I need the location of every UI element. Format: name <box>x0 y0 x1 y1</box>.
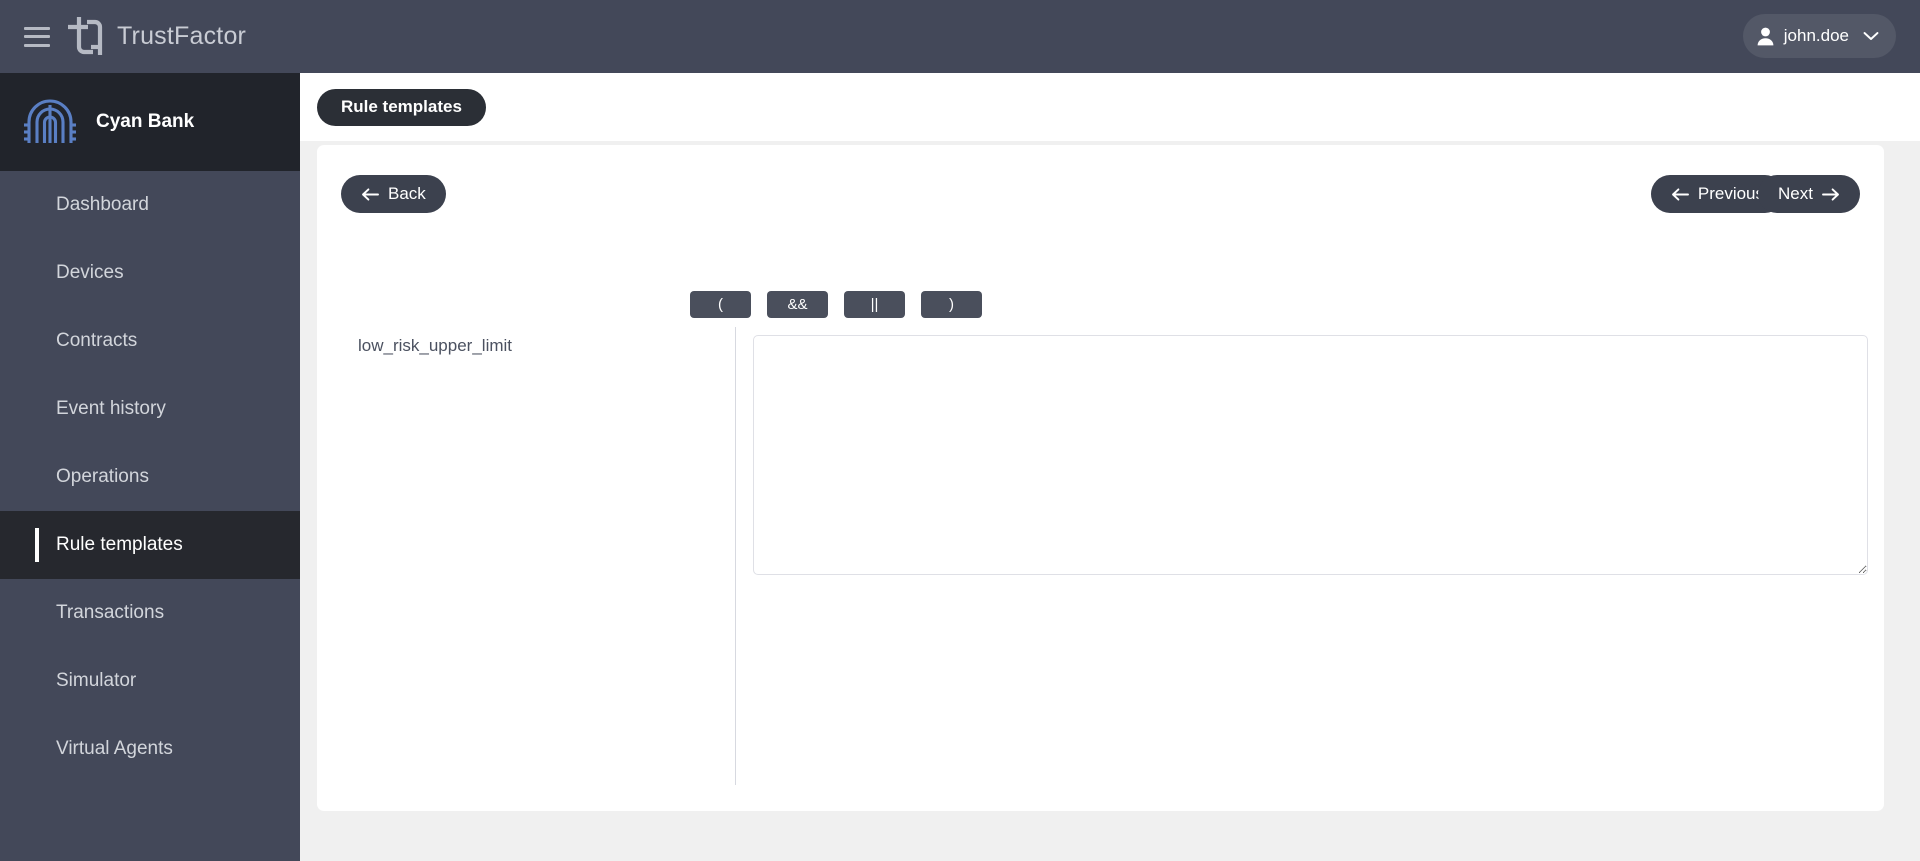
hamburger-line <box>24 43 50 47</box>
main-content: Rule templates Back Previous Next (&& |… <box>300 73 1920 861</box>
page-header: Rule templates <box>300 73 1920 141</box>
arrow-left-icon <box>1671 187 1689 201</box>
app-name: TrustFactor <box>117 22 247 50</box>
arrow-left-icon <box>362 187 379 201</box>
sidebar-item-label: Simulator <box>56 670 137 691</box>
sidebar-item-contracts[interactable]: Contracts <box>0 307 300 375</box>
sidebar-item-label: Contracts <box>56 330 138 351</box>
hamburger-line <box>24 35 50 38</box>
rule-template-card: Back Previous Next ( && || ) low_risk_up… <box>317 145 1884 811</box>
field-label-low-risk-upper-limit: low_risk_upper_limit <box>358 336 513 355</box>
next-button-label: Next <box>1778 184 1813 203</box>
organization-header: Cyan Bank <box>0 73 300 171</box>
card-toolbar: Back Previous Next <box>317 145 1884 241</box>
operator-open-paren-button[interactable]: ( <box>690 291 751 318</box>
back-button-label: Back <box>388 184 426 203</box>
page-title: Rule templates <box>317 88 486 126</box>
user-name: john.doe <box>1783 26 1849 45</box>
next-button[interactable]: Next <box>1758 175 1860 213</box>
cyan-bank-logo-icon <box>24 99 76 143</box>
user-menu-button[interactable]: john.doe <box>1742 14 1896 58</box>
operator-logical-or-button[interactable]: || <box>844 291 905 318</box>
organization-name: Cyan Bank <box>96 111 195 132</box>
sidebar-item-label: Dashboard <box>56 194 149 215</box>
hamburger-menu-icon[interactable] <box>24 26 50 47</box>
hamburger-line <box>24 26 50 30</box>
back-button[interactable]: Back <box>341 175 446 213</box>
operator-button-group: ( && || ) <box>690 291 982 318</box>
person-icon <box>1757 27 1774 45</box>
sidebar-item-rule-templates[interactable]: Rule templates <box>0 511 300 579</box>
sidebar-item-transactions[interactable]: Transactions <box>0 579 300 647</box>
sidebar-item-label: Rule templates <box>56 534 183 555</box>
sidebar-item-dashboard[interactable]: Dashboard <box>0 171 300 239</box>
sidebar-item-virtual-agents[interactable]: Virtual Agents <box>0 715 300 783</box>
previous-button-label: Previous <box>1697 184 1764 203</box>
chevron-down-icon <box>1863 32 1879 40</box>
column-divider <box>735 327 736 785</box>
sidebar-item-operations[interactable]: Operations <box>0 443 300 511</box>
sidebar-item-label: Devices <box>56 262 124 283</box>
trustfactor-logo-icon <box>68 16 103 55</box>
sidebar-item-label: Virtual Agents <box>56 738 173 759</box>
sidebar-item-label: Operations <box>56 466 149 487</box>
sidebar-item-devices[interactable]: Devices <box>0 239 300 307</box>
top-bar: TrustFactor john.doe <box>0 0 1920 73</box>
app-brand[interactable]: TrustFactor <box>64 14 246 60</box>
sidebar-item-simulator[interactable]: Simulator <box>0 647 300 715</box>
arrow-right-icon <box>1822 187 1839 201</box>
expression-textarea[interactable] <box>753 335 1868 575</box>
sidebar-item-label: Event history <box>56 398 166 419</box>
operator-close-paren-button[interactable]: ) <box>921 291 982 318</box>
operator-logical-and-button[interactable]: && <box>767 291 828 318</box>
sidebar-item-label: Transactions <box>56 602 165 623</box>
sidebar: Cyan Bank Dashboard Devices Contracts Ev… <box>0 73 300 861</box>
sidebar-item-event-history[interactable]: Event history <box>0 375 300 443</box>
